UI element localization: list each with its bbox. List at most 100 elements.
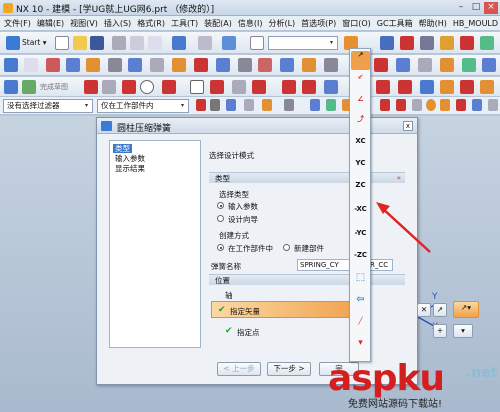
point-dialog-button[interactable]: + (433, 324, 447, 338)
two-points-vector-icon[interactable]: ↙ (351, 73, 370, 92)
auto-vector-icon[interactable]: ↗ (351, 51, 370, 70)
existing-point-icon[interactable] (488, 99, 498, 111)
point-icon[interactable] (232, 80, 246, 94)
menu-window[interactable]: 窗口(O) (342, 18, 371, 29)
radio-in-work-part[interactable] (217, 244, 224, 251)
cut-icon[interactable] (112, 36, 126, 50)
menu-assembly[interactable]: 装配(A) (204, 18, 232, 29)
command-finder-icon[interactable] (250, 36, 264, 50)
cylinder-icon[interactable] (222, 36, 236, 50)
edge-blend-icon[interactable] (216, 58, 230, 72)
paste-icon[interactable] (148, 36, 162, 50)
synchronous-icon[interactable] (482, 58, 496, 72)
datum-plane-icon[interactable] (24, 58, 38, 72)
menu-file[interactable]: 文件(F) (4, 18, 31, 29)
start-menu-button[interactable]: Start ▾ (22, 38, 46, 47)
menu-analysis[interactable]: 分析(L) (268, 18, 295, 29)
control-point-icon[interactable] (396, 99, 406, 111)
dropdown-more-icon[interactable]: ▾ (351, 339, 370, 358)
maximize-button[interactable]: □ (469, 2, 483, 14)
mid-point-icon[interactable] (380, 99, 390, 111)
block-icon[interactable] (128, 58, 142, 72)
neg-yc-vector-icon[interactable]: -YC (351, 229, 370, 248)
tree-item-type[interactable]: 类型 (113, 144, 132, 153)
snap-icon[interactable] (196, 99, 206, 111)
open-folder-icon[interactable] (73, 36, 87, 50)
collapse-chevron-icon[interactable]: » (397, 173, 401, 184)
rectangle-icon[interactable] (190, 80, 204, 94)
hole-icon[interactable] (86, 58, 100, 72)
save-icon[interactable] (90, 36, 104, 50)
chamfer-icon[interactable] (238, 58, 252, 72)
angle-vector-icon[interactable]: ∠ (351, 95, 370, 114)
circle-icon[interactable] (140, 80, 154, 94)
yc-vector-icon[interactable]: YC (351, 159, 370, 178)
unite-icon[interactable] (172, 58, 186, 72)
thicken-icon[interactable] (396, 58, 410, 72)
zc-vector-icon[interactable]: ZC (351, 181, 370, 200)
neg-zc-vector-icon[interactable]: -ZC (351, 251, 370, 270)
point-type-dropdown[interactable]: ▾ (453, 324, 473, 338)
surface-icon[interactable] (440, 58, 454, 72)
curve-rule-icon[interactable] (262, 99, 272, 111)
xc-vector-icon[interactable]: XC (351, 137, 370, 156)
position-group-header[interactable]: 位置 (209, 274, 405, 285)
rectangle-select-icon[interactable] (284, 99, 294, 111)
assembly-nav-icon[interactable] (310, 99, 320, 111)
copy-icon[interactable] (130, 36, 144, 50)
sketch-icon[interactable] (4, 58, 18, 72)
ratio-vector-icon[interactable]: ╱ (351, 317, 370, 336)
scope-dropdown[interactable]: 仅在工作部件内 ▾ (97, 99, 189, 113)
revolve-icon[interactable] (66, 58, 80, 72)
pattern-icon[interactable] (280, 58, 294, 72)
radio-design-wizard[interactable] (217, 215, 224, 222)
measure-icon[interactable] (462, 58, 476, 72)
snap-point-icon[interactable] (326, 99, 336, 111)
menu-gc-toolkit[interactable]: GC工具箱 (377, 18, 413, 29)
prev-button[interactable]: < 上一步 (217, 362, 261, 376)
subtract-icon[interactable] (194, 58, 208, 72)
menu-help[interactable]: 帮助(H) (419, 18, 447, 29)
minimize-button[interactable]: – (454, 2, 468, 14)
tree-item-input-params[interactable]: 输入参数 (113, 154, 147, 163)
vector-dialog-button[interactable]: ↗ (433, 303, 447, 317)
quick-extend-icon[interactable] (302, 80, 316, 94)
close-window-button[interactable]: × (484, 2, 498, 14)
intersection-icon[interactable] (412, 99, 422, 111)
sketch-task-icon[interactable] (4, 80, 18, 94)
type-group-header[interactable]: 类型» (209, 172, 405, 183)
render-icon[interactable] (400, 36, 414, 50)
curve-vector-icon[interactable]: ⤴ (351, 115, 370, 134)
tree-item-show-results[interactable]: 显示结果 (113, 164, 147, 173)
finish-sketch-label[interactable]: 完成草图 (40, 82, 68, 92)
section-icon[interactable] (460, 36, 474, 50)
shaded-icon[interactable] (440, 36, 454, 50)
quadrant-icon[interactable] (440, 99, 450, 111)
redo-icon[interactable] (198, 36, 212, 50)
trim-body-icon[interactable] (324, 58, 338, 72)
vector-type-dropdown[interactable]: ↗▾ (453, 301, 479, 318)
offset-curve-icon[interactable] (376, 80, 390, 94)
menu-preferences[interactable]: 首选项(P) (301, 18, 336, 29)
profile-icon[interactable] (84, 80, 98, 94)
rapid-dimension-icon[interactable] (440, 80, 454, 94)
feature-select-icon[interactable] (226, 99, 236, 111)
next-button[interactable]: 下一步 > (267, 362, 311, 376)
spring-name-field[interactable]: SPRING_CY (297, 259, 353, 271)
mirror-icon[interactable] (302, 58, 316, 72)
undo-icon[interactable] (172, 36, 186, 50)
radio-new-part[interactable] (283, 244, 290, 251)
coord-system-icon[interactable]: ⇦ (351, 295, 370, 314)
shell-icon[interactable] (258, 58, 272, 72)
studio-spline-icon[interactable] (252, 80, 266, 94)
vector-x-button[interactable]: ✕ (417, 303, 431, 317)
pattern-curve-icon[interactable] (420, 80, 434, 94)
menu-info[interactable]: 信息(I) (238, 18, 263, 29)
fit-icon[interactable] (480, 36, 494, 50)
finish-sketch-icon[interactable] (22, 80, 36, 94)
menu-hb-mould[interactable]: HB_MOULD (453, 19, 498, 28)
layer-icon[interactable] (420, 36, 434, 50)
face-rule-icon[interactable] (244, 99, 254, 111)
make-corner-icon[interactable] (324, 80, 338, 94)
menu-view[interactable]: 视图(V) (70, 18, 98, 29)
